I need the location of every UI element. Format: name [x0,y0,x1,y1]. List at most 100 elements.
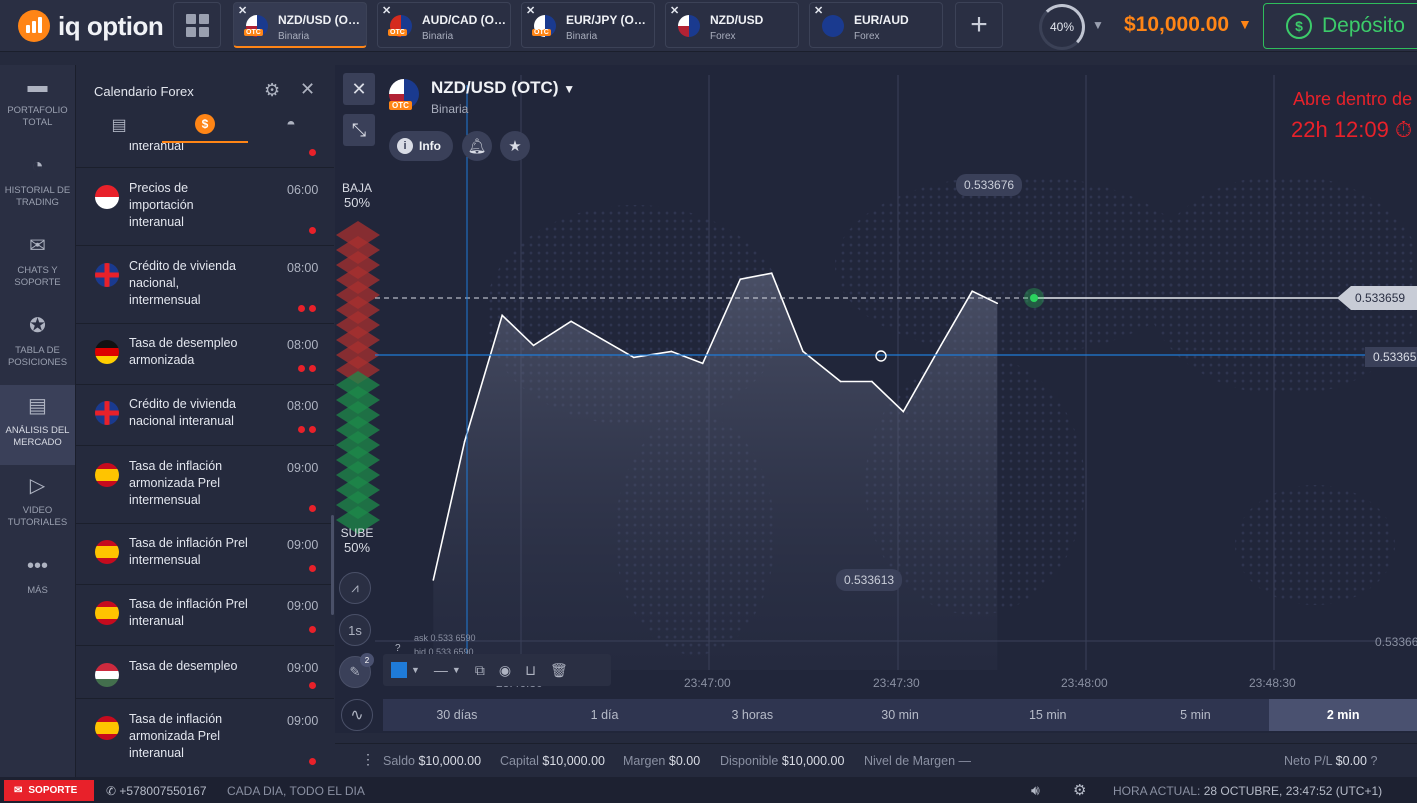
impact-dots [309,565,316,572]
current-price-tag: 0.533659 [1337,286,1417,310]
gear-icon[interactable]: ⚙ [264,80,280,101]
lower-sentiment: BAJA 50% [340,181,374,210]
interval-button[interactable]: 1s [339,614,371,646]
unlock-icon[interactable]: ⊔ [525,662,536,679]
list-item[interactable]: Tasa de desempleo armonizada 08:00 [76,324,334,385]
dollar-icon: $ [195,114,215,134]
line-style-selector[interactable]: — [434,662,448,678]
calendar-event-list[interactable]: interanual Precios de importación intera… [76,143,334,777]
sidebar-item-label: TABLA DE POSICIONES [7,345,68,368]
sidebar-item-leaderboard[interactable]: ✪ TABLA DE POSICIONES [0,305,75,385]
chart-canvas[interactable] [335,65,1417,697]
all-assets-grid-button[interactable] [173,2,221,48]
tab-news[interactable]: ▤ [76,107,162,143]
close-icon[interactable]: ✕ [300,79,315,100]
price-point [701,362,704,365]
chart-mode-button[interactable]: ∿ [341,699,373,731]
profit-percent-gauge[interactable]: 40% [1039,4,1085,50]
copy-icon[interactable]: ⧉ [475,662,485,679]
germany-flag-icon [95,340,119,364]
impact-dots [309,149,316,156]
list-item[interactable]: Crédito de vivienda nacional interanual … [76,385,334,446]
line-handle[interactable] [875,350,887,362]
sube-percent: 50% [343,540,371,555]
list-item[interactable]: Precios de importación interanual 06:00 [76,168,334,246]
chevron-down-icon[interactable]: ▼ [411,665,420,675]
asset-tab-nzdusd[interactable]: ✕ NZD/USD Forex [665,2,799,48]
list-item[interactable]: Tasa de inflación armonizada Prel intera… [76,699,334,777]
support-phone[interactable]: ✆ +578007550167 [106,784,207,798]
drawing-tools-button[interactable]: ✎ 2 [339,653,374,688]
asset-tab-nzdusd-otc[interactable]: ✕ OTC NZD/USD (OTC) Binaria [233,2,367,48]
y-axis-label: 0.53366 [1375,635,1417,649]
list-item[interactable]: Tasa de inflación Prel intermensual 09:0… [76,524,334,585]
close-tab-icon[interactable]: ✕ [238,4,247,17]
close-tab-icon[interactable]: ✕ [814,4,823,17]
logo-text: iq option [58,10,164,41]
current-time: HORA ACTUAL: 28 OCTUBRE, 23:47:52 (UTC+1… [1113,784,1383,798]
list-item[interactable]: Tasa de desempleo 09:00 [76,646,334,699]
event-name: Tasa de desempleo armonizada [129,336,238,367]
menu-dots-icon[interactable]: ⋮ [361,751,375,768]
sidebar-item-more[interactable]: ••• MÁS [0,545,75,625]
disponible: Disponible $10,000.00 [720,754,845,768]
asset-tab-audcad-otc[interactable]: ✕ OTC AUD/CAD (OTC) Binaria [377,2,511,48]
calendar-tabs: ▤ $ ◓ [76,107,336,143]
impact-dots [309,626,316,633]
chevron-down-icon[interactable]: ▼ [1092,18,1104,32]
period-selector: ∿ 30 días 1 día 3 horas 30 min 15 min 5 … [335,697,1417,733]
period-2-min[interactable]: 2 min [1269,699,1417,731]
asset-title: NZD/USD (OTC) [431,78,559,97]
tab-economic-calendar[interactable]: $ [162,107,248,143]
star-icon[interactable]: ★ [500,131,530,161]
period-5-min[interactable]: 5 min [1122,699,1270,731]
period-30-days[interactable]: 30 días [383,699,531,731]
account-balance[interactable]: $10,000.00 [1124,13,1229,37]
list-item[interactable]: Tasa de inflación armonizada Prel interm… [76,446,334,524]
chart-type-button[interactable]: ⩘ [339,572,371,604]
sidebar-item-market-analysis[interactable]: ▤ ANÁLISIS DEL MERCADO [0,385,75,465]
period-1-day[interactable]: 1 día [531,699,679,731]
info-button[interactable]: i Info [389,131,453,161]
help-icon[interactable]: ? [395,643,401,654]
period-30-min[interactable]: 30 min [826,699,974,731]
close-tab-icon[interactable]: ✕ [382,4,391,17]
deposit-button[interactable]: $ Depósito [1263,3,1417,49]
chevron-down-icon[interactable]: ▼ [452,665,461,675]
iq-option-logo[interactable]: iq option [18,10,164,42]
list-item[interactable]: Crédito de vivienda nacional, intermensu… [76,246,334,324]
bell-icon[interactable]: 🔔︎ [462,131,492,161]
chevron-down-icon[interactable]: ▼ [1238,16,1252,32]
trash-icon[interactable]: 🗑︎ [550,662,568,679]
eye-icon[interactable]: ◉ [499,662,511,679]
list-item[interactable]: interanual [76,143,334,168]
eu-au-flag-icon [822,15,844,37]
event-time: 08:00 [287,338,319,352]
close-tab-icon[interactable]: ✕ [670,4,679,17]
list-item[interactable]: Tasa de inflación Prel interanual 09:00 [76,585,334,646]
asset-tab-eurjpy-otc[interactable]: ✕ OTC EUR/JPY (OTC) Binaria [521,2,655,48]
period-3-hours[interactable]: 3 horas [678,699,826,731]
gear-icon[interactable]: ⚙ [1073,781,1086,799]
minimize-chart-button[interactable]: ⤡ [343,114,375,146]
tab-sentiment[interactable]: ◓ [248,107,334,143]
add-asset-button[interactable]: + [955,2,1003,48]
sidebar-item-video-tutorials[interactable]: ▷ VIDEO TUTORIALES [0,465,75,545]
close-tab-icon[interactable]: ✕ [526,4,535,17]
newspaper-icon: ▤ [28,395,47,417]
sidebar-item-portfolio[interactable]: ▬ PORTAFOLIO TOTAL [0,65,75,145]
asset-tab-euraud[interactable]: ✕ EUR/AUD Forex [809,2,943,48]
sidebar-item-chats[interactable]: ✉ CHATS Y SOPORTE [0,225,75,305]
volume-icon[interactable]: 🔊︎ [1031,782,1040,799]
period-15-min[interactable]: 15 min [974,699,1122,731]
color-swatch[interactable] [391,662,407,678]
support-button[interactable]: ✉ SOPORTE [4,780,94,801]
asset-selector[interactable]: NZD/USD (OTC) ▼ [431,78,575,98]
close-chart-button[interactable]: ✕ [343,73,375,105]
scrollbar[interactable] [331,515,334,615]
help-icon[interactable]: ? [1370,754,1377,768]
sidebar-item-history[interactable]: ◔ HISTORIAL DE TRADING [0,145,75,225]
price-point [940,344,942,347]
chevron-down-icon: ▼ [563,82,576,96]
price-chart[interactable]: ✕ ⤡ OTC NZD/USD (OTC) ▼ Binaria i Info 🔔… [335,65,1417,697]
